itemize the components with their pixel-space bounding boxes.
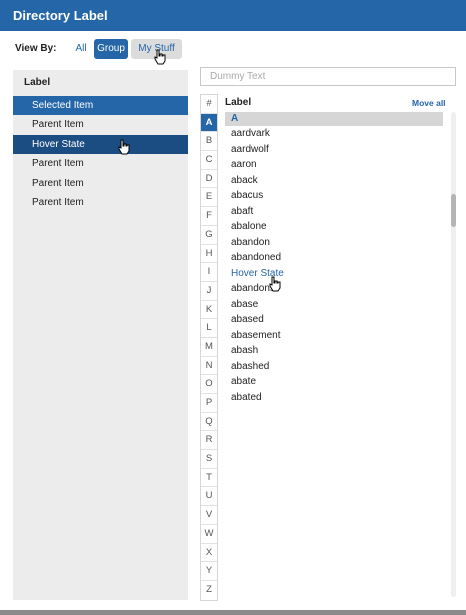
scrollbar-track[interactable] (451, 112, 456, 597)
word-item[interactable]: abate (225, 374, 443, 390)
move-all-link[interactable]: Move all (412, 98, 446, 108)
word-item[interactable]: aaron (225, 157, 443, 173)
word-item[interactable]: aback (225, 173, 443, 189)
view-group-button[interactable]: Group (94, 39, 128, 59)
alpha-index-q[interactable]: Q (201, 413, 217, 432)
word-item[interactable]: abase (225, 297, 443, 313)
scrollbar-thumb[interactable] (451, 194, 456, 227)
word-item[interactable]: abash (225, 343, 443, 359)
alpha-index-c[interactable]: C (201, 151, 217, 170)
alpha-index-x[interactable]: X (201, 544, 217, 563)
alpha-index-hash[interactable]: # (201, 95, 217, 114)
app-title: Directory Label (13, 8, 108, 23)
view-by-label: View By: (15, 43, 57, 54)
word-item[interactable]: abandoned (225, 250, 443, 266)
left-item-parent[interactable]: Parent Item (13, 193, 188, 212)
left-list: Selected Item Parent Item Hover State Pa… (13, 96, 188, 212)
left-item-parent[interactable]: Parent Item (13, 174, 188, 193)
hand-cursor-icon (118, 139, 130, 155)
word-item[interactable]: abandons (225, 281, 443, 297)
alpha-index-s[interactable]: S (201, 450, 217, 469)
alpha-index-o[interactable]: O (201, 375, 217, 394)
word-item[interactable]: aardwolf (225, 142, 443, 158)
alpha-index-i[interactable]: I (201, 263, 217, 282)
hand-cursor-icon (154, 49, 166, 65)
bottom-bar (0, 610, 466, 615)
search-input[interactable] (200, 67, 456, 86)
alpha-index-t[interactable]: T (201, 469, 217, 488)
alpha-index-w[interactable]: W (201, 525, 217, 544)
alpha-index-h[interactable]: H (201, 245, 217, 264)
word-item[interactable]: abandon (225, 235, 443, 251)
app-header: Directory Label (0, 0, 466, 31)
alpha-index-b[interactable]: B (201, 132, 217, 152)
alphabet-index: # A B C D E F G H I J K L M N O P Q R S T U V W X Y Z (200, 94, 218, 601)
word-item[interactable]: abasement (225, 328, 443, 344)
left-panel-label: Label (24, 77, 51, 88)
left-panel: Label Selected Item Parent Item Hover St… (13, 70, 188, 600)
word-item[interactable]: aardvark (225, 126, 443, 142)
alpha-index-a[interactable]: A (201, 113, 217, 133)
alpha-index-y[interactable]: Y (201, 562, 217, 581)
alpha-index-r[interactable]: R (201, 431, 217, 451)
alpha-index-m[interactable]: M (201, 338, 217, 357)
alpha-index-v[interactable]: V (201, 506, 217, 525)
left-item-hover[interactable]: Hover State (13, 134, 188, 155)
left-item-parent[interactable]: Parent Item (13, 154, 188, 173)
word-item[interactable]: abalone (225, 219, 443, 235)
alpha-index-f[interactable]: F (201, 207, 217, 226)
hand-cursor-icon (269, 276, 281, 292)
alpha-index-l[interactable]: L (201, 319, 217, 338)
alpha-index-d[interactable]: D (201, 170, 217, 189)
alpha-index-j[interactable]: J (201, 282, 217, 301)
word-item[interactable]: abashed (225, 359, 443, 375)
left-item-parent[interactable]: Parent Item (13, 115, 188, 134)
alpha-index-u[interactable]: U (201, 487, 217, 507)
word-item-hover[interactable]: Hover State (225, 266, 443, 282)
word-list: A aardvark aardwolf aaron aback abacus abaft a… (225, 112, 443, 405)
word-item[interactable]: abased (225, 312, 443, 328)
left-item-selected[interactable]: Selected Item (13, 96, 188, 116)
view-all-button[interactable]: All (71, 39, 91, 59)
alpha-index-z[interactable]: Z (201, 581, 217, 600)
alpha-index-n[interactable]: N (201, 357, 217, 376)
alpha-index-g[interactable]: G (201, 226, 217, 245)
word-item[interactable]: abacus (225, 188, 443, 204)
alpha-index-e[interactable]: E (201, 188, 217, 208)
letter-header: A (225, 112, 443, 126)
list-label: Label (225, 97, 252, 108)
word-item[interactable]: abaft (225, 204, 443, 220)
alpha-index-p[interactable]: P (201, 394, 217, 413)
word-item[interactable]: abated (225, 390, 443, 406)
alpha-index-k[interactable]: K (201, 301, 217, 320)
